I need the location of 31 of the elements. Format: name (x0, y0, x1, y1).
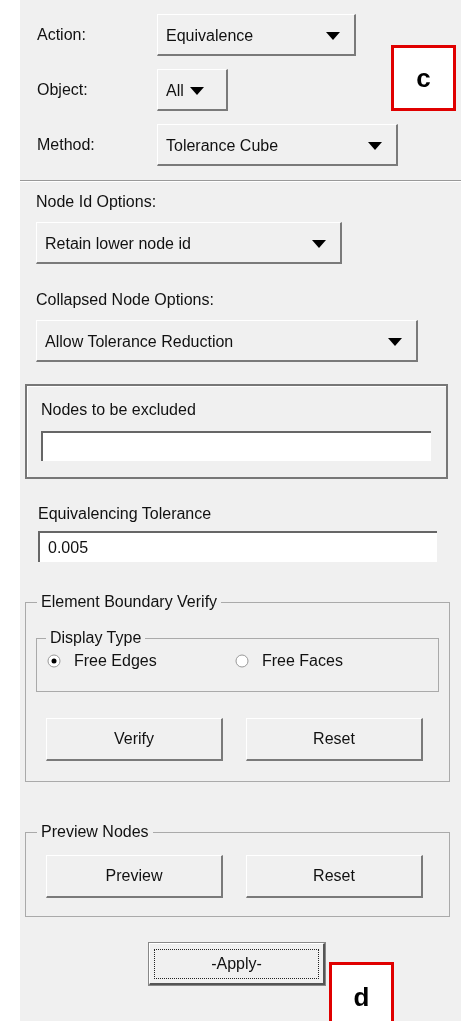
group-title: Preview Nodes (40, 822, 150, 842)
field-label: Object: (37, 81, 89, 99)
field-label: Method: (37, 136, 96, 154)
dropdown[interactable]: Equivalence (157, 14, 356, 56)
radio-option[interactable]: Free Edges (47, 652, 235, 670)
section-label: Collapsed Node Options: (36, 290, 215, 310)
dropdown[interactable]: Tolerance Cube (157, 124, 398, 166)
dropdown[interactable]: Retain lower node id (36, 222, 342, 264)
apply-button[interactable]: -Apply- (149, 943, 325, 985)
push-button[interactable]: Reset (246, 855, 423, 898)
input-field[interactable] (41, 431, 431, 461)
dropdown-arrow-icon (326, 31, 340, 40)
dropdown-arrow-icon (368, 141, 382, 150)
section-label: Node Id Options: (36, 192, 158, 212)
annotation-label: d (329, 962, 394, 1021)
push-button[interactable]: Preview (46, 855, 223, 898)
dropdown[interactable]: All (157, 69, 228, 111)
input-field[interactable]: 0.005 (38, 531, 437, 562)
dropdown-arrow-icon (312, 239, 326, 248)
dropdown[interactable]: Allow Tolerance Reduction (36, 320, 418, 362)
group-title: Display Type (49, 628, 143, 648)
field-label: Action: (37, 26, 87, 44)
push-button[interactable]: Verify (46, 718, 223, 761)
field-label: Nodes to be excluded (41, 400, 197, 420)
dropdown-arrow-icon (388, 337, 402, 346)
push-button[interactable]: Reset (246, 718, 423, 761)
group-title: Element Boundary Verify (40, 592, 219, 612)
radio-option[interactable]: Free Faces (235, 652, 423, 670)
dropdown-arrow-icon (189, 86, 204, 95)
field-label: Equivalencing Tolerance (38, 504, 213, 524)
annotation-label: c (391, 45, 456, 111)
